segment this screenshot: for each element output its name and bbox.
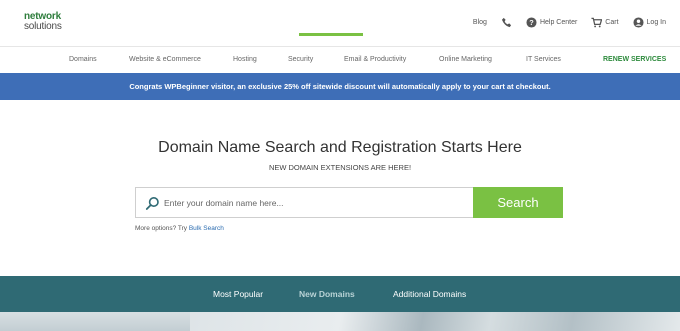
- nav-online-marketing[interactable]: Online Marketing: [439, 56, 492, 63]
- bulk-search-link[interactable]: Bulk Search: [189, 225, 224, 232]
- help-center-link[interactable]: ? Help Center: [526, 16, 578, 28]
- blog-label: Blog: [472, 18, 487, 26]
- site-header: network solutions Blog ? Help Center Car…: [0, 0, 680, 46]
- login-link[interactable]: Log In: [632, 16, 666, 28]
- domain-search-box: [135, 187, 474, 218]
- utility-nav: Blog ? Help Center Cart Log In: [456, 14, 666, 30]
- logo-line-2: solutions: [24, 21, 62, 32]
- domain-tabs: Most Popular New Domains Additional Doma…: [0, 276, 680, 312]
- help-icon: ?: [526, 16, 537, 28]
- network-solutions-logo[interactable]: network solutions: [24, 12, 62, 32]
- search-icon: [145, 197, 159, 210]
- cart-label: Cart: [605, 18, 619, 26]
- page-title: Domain Name Search and Registration Star…: [158, 139, 522, 156]
- nav-security[interactable]: Security: [288, 56, 313, 63]
- tab-new-domains[interactable]: New Domains: [299, 289, 355, 299]
- blog-link[interactable]: Blog: [470, 19, 487, 26]
- nav-email-productivity[interactable]: Email & Productivity: [344, 56, 406, 63]
- promo-banner: Congrats WPBeginner visitor, an exclusiv…: [0, 73, 680, 100]
- tab-additional-domains[interactable]: Additional Domains: [393, 289, 466, 299]
- cart-link[interactable]: Cart: [591, 17, 619, 28]
- hero-background-image-left: [0, 312, 190, 331]
- nav-domains[interactable]: Domains: [69, 56, 97, 63]
- nav-website-ecommerce[interactable]: Website & eCommerce: [129, 56, 201, 63]
- page-subtitle: NEW DOMAIN EXTENSIONS ARE HERE!: [268, 163, 412, 172]
- nav-hosting[interactable]: Hosting: [233, 56, 257, 63]
- phone-link[interactable]: [501, 17, 512, 28]
- domain-search-input[interactable]: [164, 195, 464, 211]
- user-icon: [632, 16, 644, 28]
- more-options: More options? Try Bulk Search: [135, 225, 224, 232]
- nav-renew-services[interactable]: RENEW SERVICES: [603, 56, 666, 63]
- more-options-prefix: More options? Try: [135, 225, 189, 232]
- tab-most-popular[interactable]: Most Popular: [213, 289, 263, 299]
- help-center-label: Help Center: [539, 18, 578, 26]
- main-nav: Domains Website & eCommerce Hosting Secu…: [0, 46, 680, 72]
- svg-text:?: ?: [529, 17, 534, 26]
- nav-it-services[interactable]: IT Services: [526, 56, 561, 63]
- search-button[interactable]: Search: [473, 187, 563, 218]
- cart-icon: [591, 17, 603, 27]
- login-label: Log In: [646, 18, 666, 26]
- active-tab-indicator: [299, 33, 363, 36]
- phone-icon: [501, 17, 512, 27]
